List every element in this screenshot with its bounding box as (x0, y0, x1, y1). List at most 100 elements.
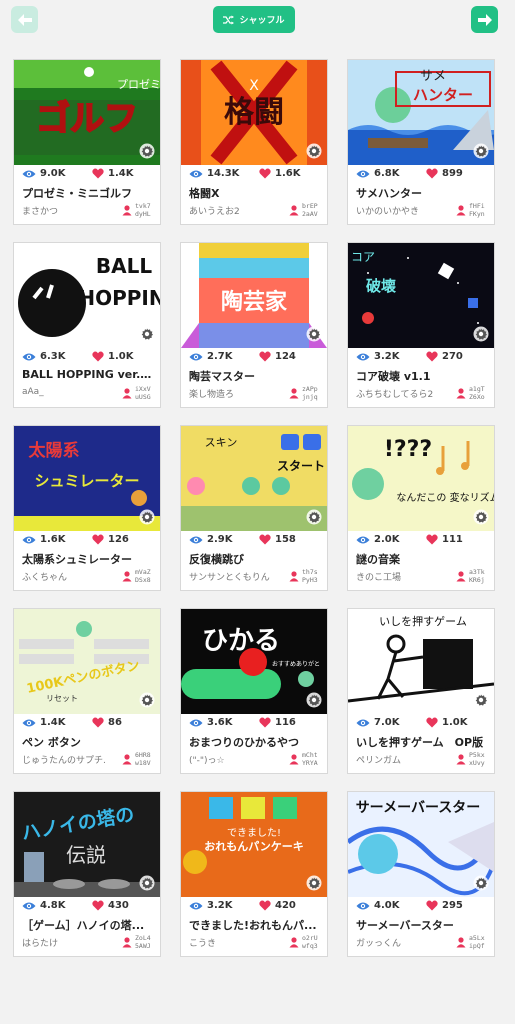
like-count[interactable]: 1.0K (92, 351, 133, 362)
game-card[interactable]: スタート スキン 2.9K 158 反復横跳び サンサンとくもりん th7s Py… (180, 425, 328, 591)
game-title[interactable]: おまつりのひかるやつ (189, 734, 323, 750)
like-count[interactable]: 430 (92, 900, 129, 911)
user-icon (289, 754, 299, 765)
game-title[interactable]: できました!おれもんパ... (189, 917, 323, 933)
game-title[interactable]: 格闘X (189, 185, 323, 201)
like-count[interactable]: 1.0K (426, 717, 467, 728)
author-name[interactable]: あいうえお2 (189, 204, 285, 217)
gear-icon[interactable] (473, 692, 489, 708)
author-name[interactable]: ("-")っ☆ (189, 753, 285, 766)
game-card[interactable]: 格闘 X 14.3K 1.6K 格闘X あいうえお2 brEP 2aAV (180, 59, 328, 225)
game-title[interactable]: サーメーバースター (356, 917, 490, 933)
thumb-title: シュミレーター (34, 472, 139, 490)
game-card[interactable]: BALL HOPPIN 6.3K 1.0K BALL HOPPING ver.f… (13, 242, 161, 408)
like-count[interactable]: 270 (426, 351, 463, 362)
card-stats: 2.9K 158 (187, 532, 323, 548)
gear-icon[interactable] (473, 509, 489, 525)
game-title[interactable]: BALL HOPPING ver.fi... (22, 368, 156, 381)
author-name[interactable]: ペリンガム (356, 753, 452, 766)
author-name[interactable]: ふちちむしてるら2 (356, 387, 452, 400)
like-count[interactable]: 124 (259, 351, 296, 362)
author-name[interactable]: まさかつ (22, 204, 118, 217)
author-name[interactable]: ふくちゃん (22, 570, 118, 583)
thumb-title: おれもんパンケーキ (204, 840, 304, 853)
game-title[interactable]: コア破壊 v1.1 (356, 368, 490, 384)
gear-icon[interactable] (473, 326, 489, 342)
gear-icon[interactable] (139, 692, 155, 708)
gear-icon[interactable] (473, 875, 489, 891)
user-id-line2: ipQf (469, 942, 485, 950)
game-card[interactable]: !??? なんだこの 変なリズム 2.0K 111 謎の音楽 きのこ工場 a3T… (347, 425, 495, 591)
author-name[interactable]: 楽し物造ろ (189, 387, 285, 400)
user-icon (122, 754, 132, 765)
gear-icon[interactable] (139, 875, 155, 891)
game-title[interactable]: 謎の音楽 (356, 551, 490, 567)
game-card[interactable]: ゴルフ プロゼミ 9.0K 1.4K プロゼミ・ミニゴルフ まさかつ tvk7 d… (13, 59, 161, 225)
author-name[interactable]: こうき (189, 936, 285, 949)
user-id-line1: iXxV (135, 385, 151, 393)
next-button[interactable] (471, 6, 498, 33)
gear-icon[interactable] (139, 509, 155, 525)
gear-icon[interactable] (306, 326, 322, 342)
user-id: mCht YRYA (302, 751, 326, 767)
game-card[interactable]: いしを押すゲーム 7.0K 1.0K いしを押すゲーム OP版 ペリンガム P5… (347, 608, 495, 774)
game-card[interactable]: サーメーバースター 4.0K 295 サーメーバースター ガッっくん a5Lx i… (347, 791, 495, 957)
game-title[interactable]: サメハンター (356, 185, 490, 201)
user-icon (122, 571, 132, 582)
game-card[interactable]: ハノイの塔の 伝説 4.8K 430 ［ゲーム］ハノイの塔... はらたけ Zo… (13, 791, 161, 957)
like-count[interactable]: 295 (426, 900, 463, 911)
gear-icon[interactable] (473, 143, 489, 159)
gear-icon[interactable] (139, 326, 155, 342)
thumb-subtitle: コア (351, 250, 375, 264)
like-count[interactable]: 126 (92, 534, 129, 545)
user-icon (289, 205, 299, 216)
card-stats: 1.4K 86 (20, 715, 156, 731)
game-title[interactable]: いしを押すゲーム OP版 (356, 734, 490, 750)
like-count[interactable]: 111 (426, 534, 463, 545)
author-name[interactable]: サンサンとくもりん (189, 570, 285, 583)
like-count[interactable]: 1.6K (259, 168, 300, 179)
like-count[interactable]: 86 (92, 717, 122, 728)
author-name[interactable]: ガッっくん (356, 936, 452, 949)
game-card[interactable]: 破壊 コア 3.2K 270 コア破壊 v1.1 ふちちむしてるら2 a1gT Z… (347, 242, 495, 408)
heart-icon (426, 534, 438, 545)
author-name[interactable]: はらたけ (22, 936, 118, 949)
user-icon (456, 571, 466, 582)
like-count[interactable]: 899 (426, 168, 463, 179)
game-card[interactable]: ハンター サメ 6.8K 899 サメハンター いかのいかやき fHFi FKyn (347, 59, 495, 225)
view-count: 3.6K (189, 717, 232, 728)
author-name[interactable]: じゅうたんのサプチ. (22, 753, 118, 766)
game-card[interactable]: 陶芸家 2.7K 124 陶芸マスター 楽し物造ろ zAPp jnjq (180, 242, 328, 408)
game-card[interactable]: シュミレーター 太陽系 1.6K 126 太陽系シュミレーター ふくちゃん mV… (13, 425, 161, 591)
like-count[interactable]: 116 (259, 717, 296, 728)
shuffle-button[interactable]: シャッフル (213, 6, 295, 33)
game-card[interactable]: おれもんパンケーキ できました! 3.2K 420 できました!おれもんパ...… (180, 791, 328, 957)
heart-icon (426, 717, 438, 728)
author-name[interactable]: きのこ工場 (356, 570, 452, 583)
back-button[interactable] (11, 6, 38, 33)
view-count: 6.8K (356, 168, 399, 179)
like-count[interactable]: 1.4K (92, 168, 133, 179)
gear-icon[interactable] (306, 143, 322, 159)
gear-icon[interactable] (306, 509, 322, 525)
gear-icon[interactable] (139, 143, 155, 159)
author-name[interactable]: aAa_ (22, 387, 118, 397)
game-title[interactable]: 太陽系シュミレーター (22, 551, 156, 567)
game-card[interactable]: 100Kペンのボタン リセット 1.4K 86 ペン ボタン じゅうたんのサプチ… (13, 608, 161, 774)
user-id: brEP 2aAV (302, 202, 326, 218)
user-id: mVaZ DSx8 (135, 568, 159, 584)
game-title[interactable]: プロゼミ・ミニゴルフ (22, 185, 156, 201)
gear-icon[interactable] (306, 692, 322, 708)
like-count[interactable]: 158 (259, 534, 296, 545)
user-id-line1: 6HR8 (135, 751, 151, 759)
eye-icon (189, 902, 203, 909)
game-title[interactable]: ペン ボタン (22, 734, 156, 750)
game-title[interactable]: ［ゲーム］ハノイの塔... (22, 917, 156, 933)
game-card[interactable]: ひかる おすすめありがと 3.6K 116 おまつりのひかるやつ ("-")っ☆… (180, 608, 328, 774)
gear-icon[interactable] (306, 875, 322, 891)
author-name[interactable]: いかのいかやき (356, 204, 452, 217)
like-count[interactable]: 420 (259, 900, 296, 911)
game-title[interactable]: 陶芸マスター (189, 368, 323, 384)
card-stats: 2.7K 124 (187, 349, 323, 365)
game-title[interactable]: 反復横跳び (189, 551, 323, 567)
